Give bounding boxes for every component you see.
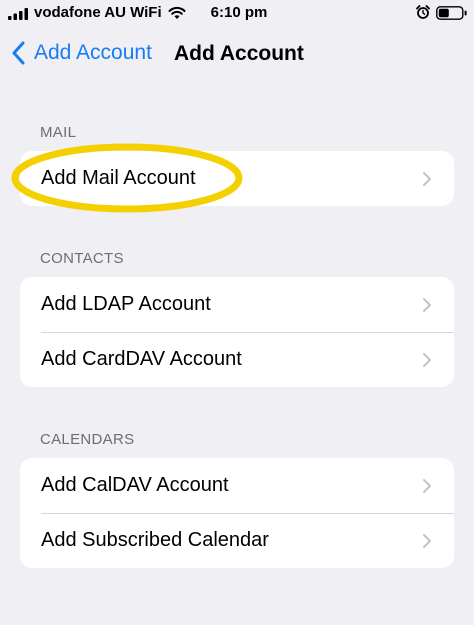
row-label: Add Mail Account [41,167,196,189]
add-ldap-account-row[interactable]: Add LDAP Account [20,277,454,332]
alarm-clock-icon [416,5,430,19]
add-carddav-account-row[interactable]: Add CardDAV Account [20,332,454,387]
contacts-group: Add LDAP Account Add CardDAV Account [20,277,454,387]
section-header-calendars: CALENDARS [40,431,135,448]
section-header-mail: MAIL [40,124,77,141]
calendars-group: Add CalDAV Account Add Subscribed Calend… [20,458,454,568]
chevron-left-icon [12,41,25,65]
chevron-right-icon [423,534,431,548]
section-header-contacts: CONTACTS [40,250,124,267]
battery-icon [436,6,467,20]
status-bar: vodafone AU WiFi 6:10 pm [0,0,474,28]
navigation-bar: Add Account Add Account [0,30,474,78]
back-button-label: Add Account [34,41,152,64]
row-label: Add CalDAV Account [41,474,229,496]
back-button[interactable]: Add Account [10,38,152,68]
add-mail-account-row[interactable]: Add Mail Account [20,151,454,206]
clock: 6:10 pm [210,4,268,21]
add-subscribed-calendar-row[interactable]: Add Subscribed Calendar [20,513,454,568]
chevron-right-icon [423,353,431,367]
row-label: Add LDAP Account [41,293,211,315]
chevron-right-icon [423,172,431,186]
mail-group: Add Mail Account [20,151,454,206]
chevron-right-icon [423,479,431,493]
page-title: Add Account [174,42,304,65]
chevron-right-icon [423,298,431,312]
row-label: Add CardDAV Account [41,348,242,370]
add-caldav-account-row[interactable]: Add CalDAV Account [20,458,454,513]
row-label: Add Subscribed Calendar [41,529,269,551]
